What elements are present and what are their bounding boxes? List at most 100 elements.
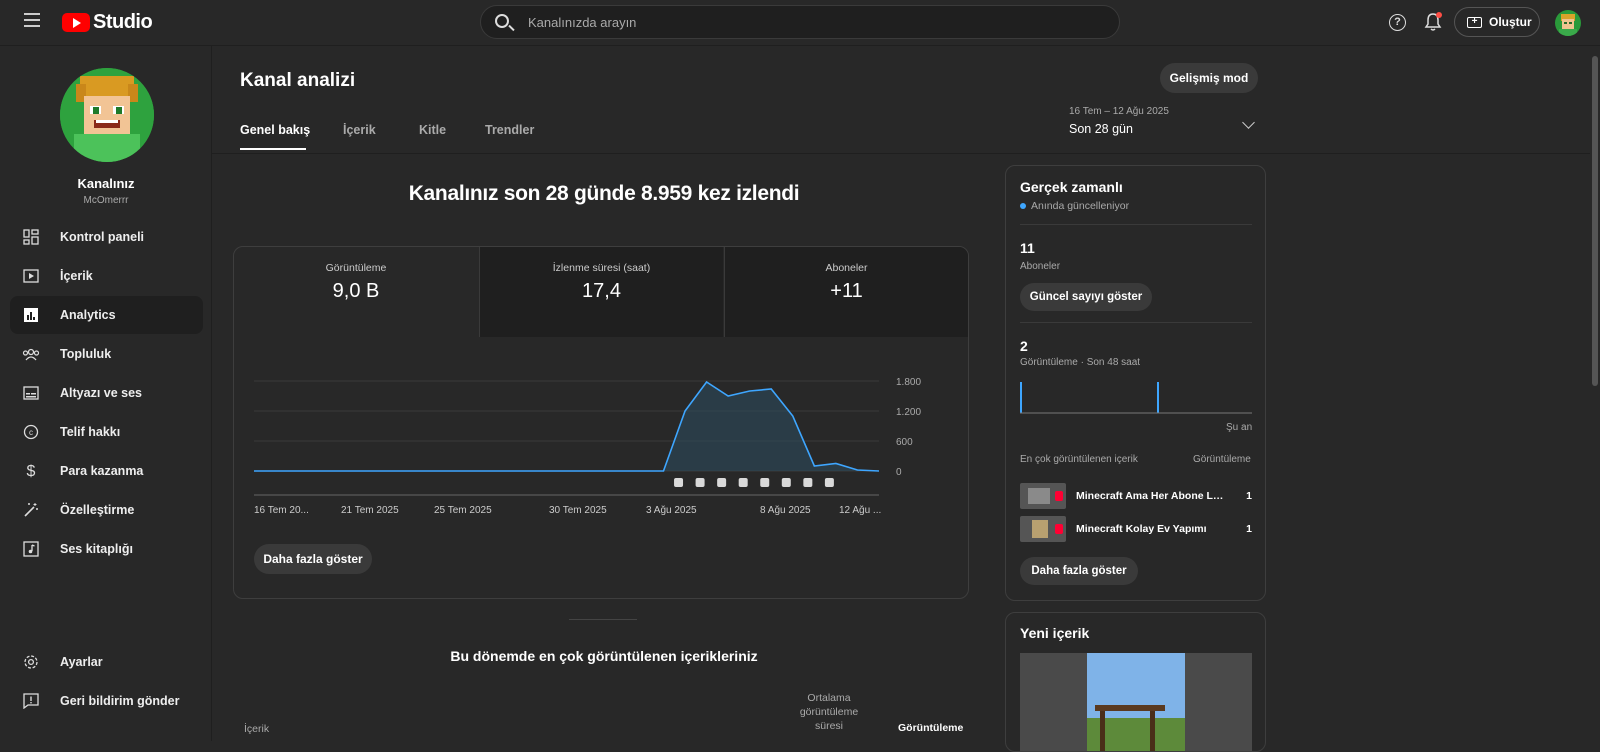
upload-marker-icon <box>695 478 705 487</box>
column-header-views[interactable]: Görüntüleme <box>898 722 963 734</box>
sidebar: Kanalınız McOmerrr Kontrol paneli İçerik… <box>0 46 212 741</box>
scrollbar-thumb[interactable] <box>1592 56 1598 386</box>
sidebar-item-content[interactable]: İçerik <box>10 257 203 295</box>
metric-subscribers[interactable]: Aboneler +11 <box>724 247 968 337</box>
sidebar-item-settings[interactable]: Ayarlar <box>10 643 203 681</box>
video-thumbnail <box>1020 483 1066 509</box>
audio-library-icon <box>22 540 40 558</box>
y-tick-label: 0 <box>896 467 902 478</box>
dollar-icon: $ <box>22 462 40 480</box>
page-title: Kanal analizi <box>240 70 356 91</box>
upload-marker-icon <box>781 478 791 487</box>
sidebar-item-analytics[interactable]: Analytics <box>10 296 203 334</box>
search-bar <box>480 5 1120 39</box>
advanced-mode-button[interactable]: Gelişmiş mod <box>1160 63 1258 93</box>
metric-label: İzlenme süresi (saat) <box>552 262 651 274</box>
sidebar-item-monetization[interactable]: $ Para kazanma <box>10 452 203 490</box>
search-input[interactable] <box>528 6 1088 38</box>
show-current-count-button[interactable]: Güncel sayıyı göster <box>1020 283 1152 311</box>
magic-wand-icon <box>22 501 40 519</box>
metric-label: Görüntüleme <box>325 262 387 274</box>
metric-watch-time[interactable]: İzlenme süresi (saat) 17,4 <box>479 247 723 337</box>
sidebar-item-subtitles[interactable]: Altyazı ve ses <box>10 374 203 412</box>
sidebar-item-customization[interactable]: Özelleştirme <box>10 491 203 529</box>
channel-avatar[interactable] <box>60 68 154 162</box>
upload-marker-icon <box>738 478 748 487</box>
dashboard-icon <box>22 228 40 246</box>
studio-logo[interactable]: Studio <box>62 11 153 34</box>
new-content-thumbnail[interactable] <box>1020 653 1252 751</box>
x-tick-label: 12 Ağu ... <box>839 505 881 516</box>
realtime-subs-value: 11 <box>1020 240 1035 256</box>
y-tick-label: 1.800 <box>896 377 921 388</box>
divider <box>1020 224 1252 225</box>
realtime-views-value: 2 <box>1020 338 1028 354</box>
new-content-title: Yeni içerik <box>1020 625 1090 641</box>
tab-audience[interactable]: Kitle <box>419 123 446 137</box>
list-item[interactable]: Minecraft Kolay Ev Yapımı 1 <box>1020 515 1252 543</box>
sidebar-item-label: Analytics <box>60 308 116 322</box>
tab-overview[interactable]: Genel bakış <box>240 123 310 137</box>
list-item[interactable]: Minecraft Ama Her Abone Lik... 1 <box>1020 482 1252 510</box>
date-range-text[interactable]: 16 Tem – 12 Ağu 2025 <box>1069 106 1169 117</box>
feedback-icon <box>22 692 40 710</box>
realtime-card: Gerçek zamanlı Anında güncelleniyor 11 A… <box>1005 165 1266 601</box>
realtime-subtitle: Anında güncelleniyor <box>1020 200 1129 212</box>
sidebar-item-feedback[interactable]: Geri bildirim gönder <box>10 682 203 720</box>
date-period-label[interactable]: Son 28 gün <box>1069 122 1133 136</box>
copyright-icon: c <box>22 423 40 441</box>
sidebar-item-audio-library[interactable]: Ses kitaplığı <box>10 530 203 568</box>
realtime-title: Gerçek zamanlı <box>1020 179 1123 195</box>
account-avatar[interactable] <box>1555 10 1581 36</box>
notifications-bell-icon[interactable] <box>1424 12 1442 32</box>
column-header-avg-duration[interactable]: Ortalama görüntüleme süresi <box>794 691 864 733</box>
divider <box>1020 322 1252 323</box>
sidebar-item-copyright[interactable]: c Telif hakkı <box>10 413 203 451</box>
upload-marker-icon <box>717 478 727 487</box>
search-icon[interactable] <box>495 14 509 28</box>
x-tick-label: 8 Ağu 2025 <box>760 505 811 516</box>
shorts-icon <box>1055 524 1063 534</box>
sidebar-item-label: Altyazı ve ses <box>60 386 142 400</box>
sidebar-item-dashboard[interactable]: Kontrol paneli <box>10 218 203 256</box>
tab-trends[interactable]: Trendler <box>485 123 534 137</box>
content-icon <box>22 267 40 285</box>
sidebar-item-label: Telif hakkı <box>60 425 121 439</box>
tab-content[interactable]: İçerik <box>343 123 376 137</box>
sidebar-item-label: Özelleştirme <box>60 503 135 517</box>
realtime-now-label: Şu an <box>1226 422 1253 433</box>
column-header-content: İçerik <box>244 723 270 735</box>
sidebar-item-community[interactable]: Topluluk <box>10 335 203 373</box>
analytics-headline: Kanalınız son 28 günde 8.959 kez izlendi <box>408 182 800 205</box>
upload-marker-icon <box>760 478 770 487</box>
chevron-down-icon[interactable] <box>1242 116 1255 129</box>
realtime-show-more-button[interactable]: Daha fazla göster <box>1020 557 1138 585</box>
shorts-icon <box>1055 491 1063 501</box>
sidebar-item-label: İçerik <box>60 269 93 283</box>
svg-text:c: c <box>29 428 33 437</box>
logo-text: Studio <box>93 11 153 33</box>
show-more-button[interactable]: Daha fazla göster <box>254 544 372 574</box>
help-icon[interactable]: ? <box>1389 14 1406 31</box>
new-content-card: Yeni içerik <box>1005 612 1266 752</box>
metric-views[interactable]: Görüntüleme 9,0 B <box>234 247 478 337</box>
video-title: Minecraft Kolay Ev Yapımı <box>1076 523 1207 535</box>
top-bar: Studio ? + Oluştur <box>0 0 1600 46</box>
y-tick-label: 1.200 <box>896 407 921 418</box>
metric-value: 9,0 B <box>332 280 380 302</box>
channel-handle: McOmerrr <box>83 195 129 206</box>
channel-name: Kanalınız <box>77 176 135 191</box>
main-content: Kanal analizi Gelişmiş mod Genel bakış İ… <box>212 46 1590 752</box>
top-content-title: Bu dönemde en çok görüntülenen içerikler… <box>450 648 758 664</box>
sidebar-item-label: Topluluk <box>60 347 112 361</box>
metric-value: +11 <box>830 280 863 302</box>
realtime-top-content-label: En çok görüntülenen içerik <box>1020 454 1138 465</box>
series-area <box>254 382 879 471</box>
create-button[interactable]: + Oluştur <box>1454 7 1540 37</box>
community-icon <box>22 345 40 363</box>
sidebar-item-label: Geri bildirim gönder <box>60 694 180 708</box>
video-thumbnail <box>1020 516 1066 542</box>
hamburger-menu-icon[interactable] <box>24 13 40 27</box>
views-chart: 0 600 1.200 1.800 16 Tem 20... 21 Tem 2025 25 … <box>254 377 921 516</box>
section-divider <box>569 619 637 620</box>
